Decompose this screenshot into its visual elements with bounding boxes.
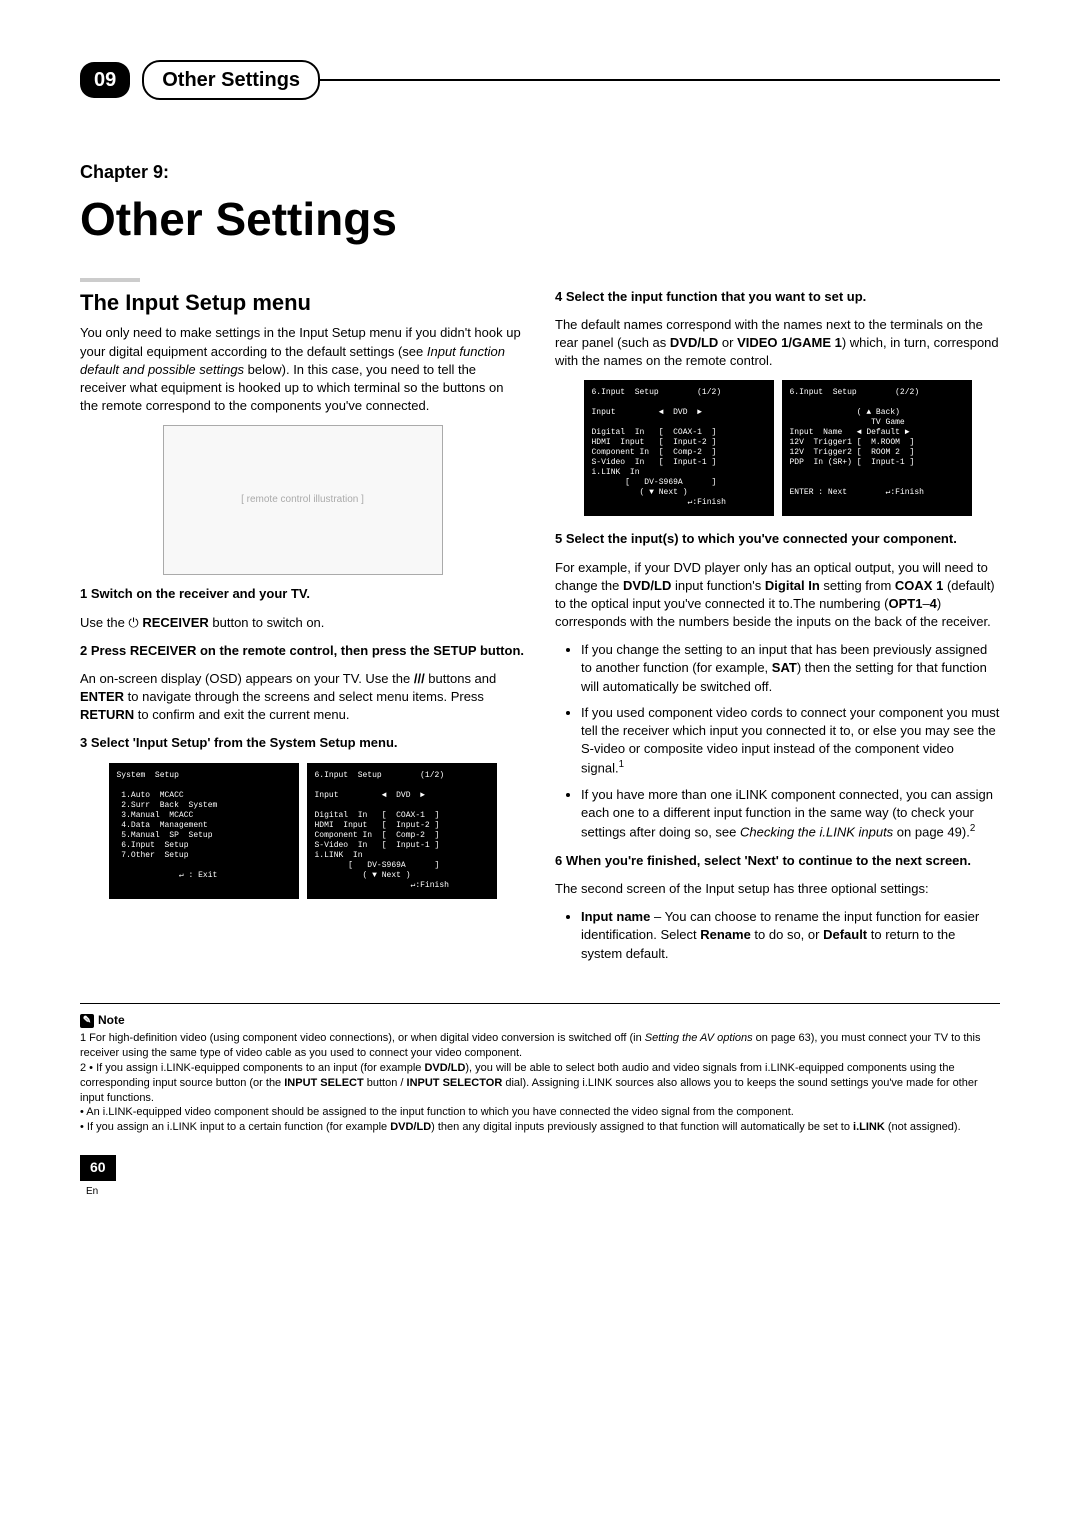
list-item: If you change the setting to an input th… [581, 641, 1000, 696]
step-4-heading: 4 Select the input function that you wan… [555, 288, 1000, 306]
step-2-heading: 2 Press RECEIVER on the remote control, … [80, 642, 525, 660]
page-footer: 60 En [80, 1155, 1000, 1199]
section-rule [80, 278, 140, 282]
chapter-label: Chapter 9: [80, 160, 1000, 185]
note-separator [80, 1003, 1000, 1004]
remote-illustration: [ remote control illustration ] [163, 425, 443, 575]
step-3-heading: 3 Select 'Input Setup' from the System S… [80, 734, 525, 752]
footnotes: 1 For high-definition video (using compo… [80, 1031, 1000, 1135]
step-1-heading: 1 Switch on the receiver and your TV. [80, 585, 525, 603]
step-1-body: Use the ⏻ RECEIVER button to switch on. [80, 614, 525, 632]
page-number: 60 [80, 1155, 116, 1181]
left-column: The Input Setup menu You only need to ma… [80, 278, 525, 973]
note-icon: ✎ [80, 1014, 94, 1028]
header-title-pill: Other Settings [142, 60, 320, 100]
osd-input-setup-p2: 6.Input Setup (2/2) ( ▲ Back) TV Game In… [782, 380, 972, 516]
right-column: 4 Select the input function that you wan… [555, 278, 1000, 973]
chapter-number-badge: 09 [80, 62, 130, 98]
section-title: The Input Setup menu [80, 288, 525, 319]
page-header: 09 Other Settings [80, 60, 1000, 100]
osd-row-2: 6.Input Setup (1/2) Input ◄ DVD ► Digita… [555, 380, 1000, 516]
content-columns: The Input Setup menu You only need to ma… [80, 278, 1000, 973]
note-label: ✎ Note [80, 1012, 125, 1029]
step-5-bullets: If you change the setting to an input th… [555, 641, 1000, 842]
osd-system-setup: System Setup 1.Auto MCACC 2.Surr Back Sy… [109, 763, 299, 899]
step-4-body: The default names correspond with the na… [555, 316, 1000, 371]
header-rule [318, 79, 1000, 81]
step-6-body: The second screen of the Input setup has… [555, 880, 1000, 898]
step-2-body: An on-screen display (OSD) appears on yo… [80, 670, 525, 725]
footnote-2a: 2 • If you assign i.LINK-equipped compon… [80, 1061, 1000, 1106]
list-item: Input name – You can choose to rename th… [581, 908, 1000, 963]
footnote-1: 1 For high-definition video (using compo… [80, 1031, 1000, 1061]
step-6-bullets: Input name – You can choose to rename th… [555, 908, 1000, 963]
footnote-2c: • If you assign an i.LINK input to a cer… [80, 1120, 1000, 1135]
osd-row-1: System Setup 1.Auto MCACC 2.Surr Back Sy… [80, 763, 525, 899]
chapter-title: Other Settings [80, 187, 1000, 251]
list-item: If you used component video cords to con… [581, 704, 1000, 778]
osd-input-setup-p1: 6.Input Setup (1/2) Input ◄ DVD ► Digita… [584, 380, 774, 516]
page-language: En [86, 1186, 98, 1197]
intro-paragraph: You only need to make settings in the In… [80, 324, 525, 415]
list-item: If you have more than one iLINK componen… [581, 786, 1000, 842]
step-6-heading: 6 When you're finished, select 'Next' to… [555, 852, 1000, 870]
step-5-body: For example, if your DVD player only has… [555, 559, 1000, 632]
osd-input-setup-1: 6.Input Setup (1/2) Input ◄ DVD ► Digita… [307, 763, 497, 899]
step-5-heading: 5 Select the input(s) to which you've co… [555, 530, 1000, 548]
footnote-2b: • An i.LINK-equipped video component sho… [80, 1105, 1000, 1120]
